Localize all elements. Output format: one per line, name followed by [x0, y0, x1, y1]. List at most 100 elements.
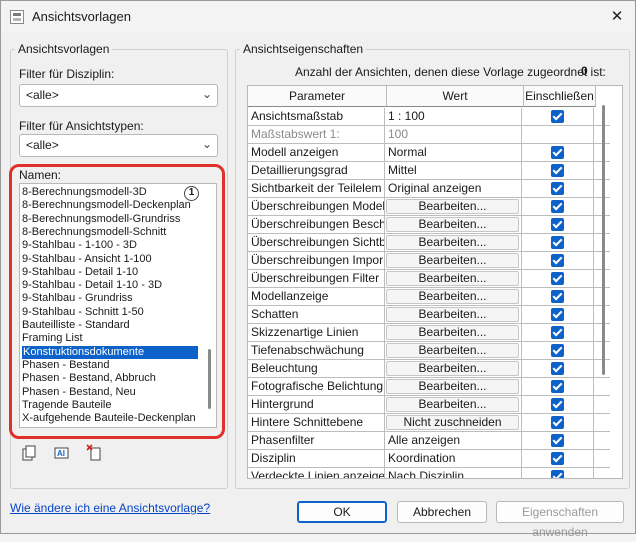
edit-button[interactable]: Bearbeiten...: [386, 343, 519, 358]
list-item[interactable]: Phasen - Bestand: [22, 359, 109, 372]
discipline-filter-label: Filter für Disziplin:: [19, 67, 115, 81]
parameter-cell: Überschreibungen Impor: [248, 252, 385, 270]
include-checkbox[interactable]: [551, 236, 564, 249]
value-cell[interactable]: 1 : 100: [385, 108, 522, 126]
list-item[interactable]: X-aufgehende Bauteile-Deckenplan: [22, 412, 196, 425]
delete-icon[interactable]: [86, 444, 104, 462]
edit-button[interactable]: Nicht zuschneiden: [386, 415, 519, 430]
ok-button[interactable]: OK: [297, 501, 387, 523]
window-title: Ansichtsvorlagen: [32, 9, 131, 24]
include-checkbox[interactable]: [551, 380, 564, 393]
header-include: Einschließen: [524, 86, 596, 107]
parameter-cell: Disziplin: [248, 450, 385, 468]
svg-text:AI: AI: [57, 449, 65, 458]
cancel-button[interactable]: Abbrechen: [397, 501, 487, 523]
edit-button[interactable]: Bearbeiten...: [386, 199, 519, 214]
include-checkbox[interactable]: [551, 398, 564, 411]
list-item[interactable]: Phasen - Bestand, Neu: [22, 386, 136, 399]
parameter-cell: Phasenfilter: [248, 432, 385, 450]
value-cell[interactable]: Original anzeigen: [385, 180, 522, 198]
value-cell[interactable]: 100: [385, 126, 522, 144]
template-names-list[interactable]: 8-Berechnungsmodell-3D 8-Berechnungsmodel…: [19, 183, 217, 428]
include-checkbox[interactable]: [551, 110, 564, 123]
include-checkbox[interactable]: [551, 218, 564, 231]
discipline-filter-value: <alle>: [26, 88, 59, 102]
include-checkbox[interactable]: [551, 434, 564, 447]
include-checkbox[interactable]: [551, 254, 564, 267]
list-item[interactable]: Bauteilliste - Standard: [22, 319, 130, 332]
table-scrollbar[interactable]: [602, 105, 605, 375]
edit-button[interactable]: Bearbeiten...: [386, 307, 519, 322]
include-checkbox[interactable]: [551, 290, 564, 303]
include-cell: [522, 378, 594, 396]
list-item[interactable]: 8-Berechnungsmodell-3D: [22, 186, 147, 199]
include-checkbox[interactable]: [551, 470, 564, 478]
edit-button[interactable]: Bearbeiten...: [386, 397, 519, 412]
table-row: Modell anzeigen Normal: [248, 144, 610, 162]
close-button[interactable]: ✕: [605, 5, 629, 29]
header-value: Wert: [387, 86, 524, 107]
include-checkbox[interactable]: [551, 452, 564, 465]
include-checkbox[interactable]: [551, 326, 564, 339]
parameter-cell: Hintergrund: [248, 396, 385, 414]
list-scrollbar[interactable]: [208, 349, 211, 409]
include-checkbox[interactable]: [551, 182, 564, 195]
table-row: Schatten Bearbeiten...: [248, 306, 610, 324]
assigned-views-label: Anzahl der Ansichten, denen diese Vorlag…: [295, 65, 606, 79]
value-cell[interactable]: Mittel: [385, 162, 522, 180]
list-item[interactable]: Phasen - Bestand, Abbruch: [22, 372, 156, 385]
chevron-down-icon: ⌄: [201, 137, 212, 151]
list-item[interactable]: 8-Berechnungsmodell-Schnitt: [22, 226, 166, 239]
apply-properties-button: Eigenschaften anwenden: [496, 501, 624, 539]
edit-button[interactable]: Bearbeiten...: [386, 217, 519, 232]
list-item[interactable]: 8-Berechnungsmodell-Deckenplan: [22, 199, 191, 212]
edit-button[interactable]: Bearbeiten...: [386, 289, 519, 304]
include-cell: [522, 108, 594, 126]
list-item[interactable]: Konstruktionsdokumente: [22, 345, 198, 359]
include-checkbox[interactable]: [551, 272, 564, 285]
include-checkbox[interactable]: [551, 200, 564, 213]
include-cell: [522, 342, 594, 360]
edit-button[interactable]: Bearbeiten...: [386, 379, 519, 394]
table-row: Hintere Schnittebene Nicht zuschneiden: [248, 414, 610, 432]
list-item[interactable]: 9-Stahlbau - Grundriss: [22, 292, 133, 305]
include-checkbox[interactable]: [551, 146, 564, 159]
value-cell: Bearbeiten...: [385, 378, 522, 396]
assigned-views-count: 0: [581, 64, 588, 78]
edit-button[interactable]: Bearbeiten...: [386, 325, 519, 340]
discipline-filter-dropdown[interactable]: <alle> ⌄: [19, 84, 218, 107]
list-item[interactable]: 9-Stahlbau - 1-100 - 3D: [22, 239, 137, 252]
edit-button[interactable]: Bearbeiten...: [386, 253, 519, 268]
list-item[interactable]: 9-Stahlbau - Detail 1-10 - 3D: [22, 279, 162, 292]
edit-button[interactable]: Bearbeiten...: [386, 235, 519, 250]
value-cell[interactable]: Koordination: [385, 450, 522, 468]
chevron-down-icon: ⌄: [201, 87, 212, 101]
include-checkbox[interactable]: [551, 416, 564, 429]
include-checkbox[interactable]: [551, 344, 564, 357]
rename-icon[interactable]: AI: [53, 444, 71, 462]
include-checkbox[interactable]: [551, 308, 564, 321]
value-cell[interactable]: Normal: [385, 144, 522, 162]
include-checkbox[interactable]: [551, 362, 564, 375]
value-cell[interactable]: Alle anzeigen: [385, 432, 522, 450]
list-item[interactable]: 9-Stahlbau - Schnitt 1-50: [22, 306, 144, 319]
list-item[interactable]: Tragende Bauteile: [22, 399, 112, 412]
parameter-cell: Sichtbarkeit der Teilelem: [248, 180, 385, 198]
parameter-cell: Modell anzeigen: [248, 144, 385, 162]
parameter-cell: Modellanzeige: [248, 288, 385, 306]
duplicate-icon[interactable]: [20, 444, 38, 462]
edit-button[interactable]: Bearbeiten...: [386, 271, 519, 286]
viewtype-filter-dropdown[interactable]: <alle> ⌄: [19, 134, 218, 157]
list-item[interactable]: 8-Berechnungsmodell-Grundriss: [22, 213, 180, 226]
list-item[interactable]: 9-Stahlbau - Ansicht 1-100: [22, 253, 152, 266]
view-templates-group-title: Ansichtsvorlagen: [15, 42, 113, 56]
list-item[interactable]: 9-Stahlbau - Detail 1-10: [22, 266, 138, 279]
value-cell[interactable]: Nach Disziplin: [385, 468, 522, 478]
header-parameter: Parameter: [248, 86, 387, 107]
include-checkbox[interactable]: [551, 164, 564, 177]
help-link[interactable]: Wie ändere ich eine Ansichtsvorlage?: [10, 501, 210, 515]
viewtype-filter-label: Filter für Ansichtstypen:: [19, 119, 144, 133]
edit-button[interactable]: Bearbeiten...: [386, 361, 519, 376]
list-item[interactable]: Framing List: [22, 332, 83, 345]
value-cell: Bearbeiten...: [385, 270, 522, 288]
